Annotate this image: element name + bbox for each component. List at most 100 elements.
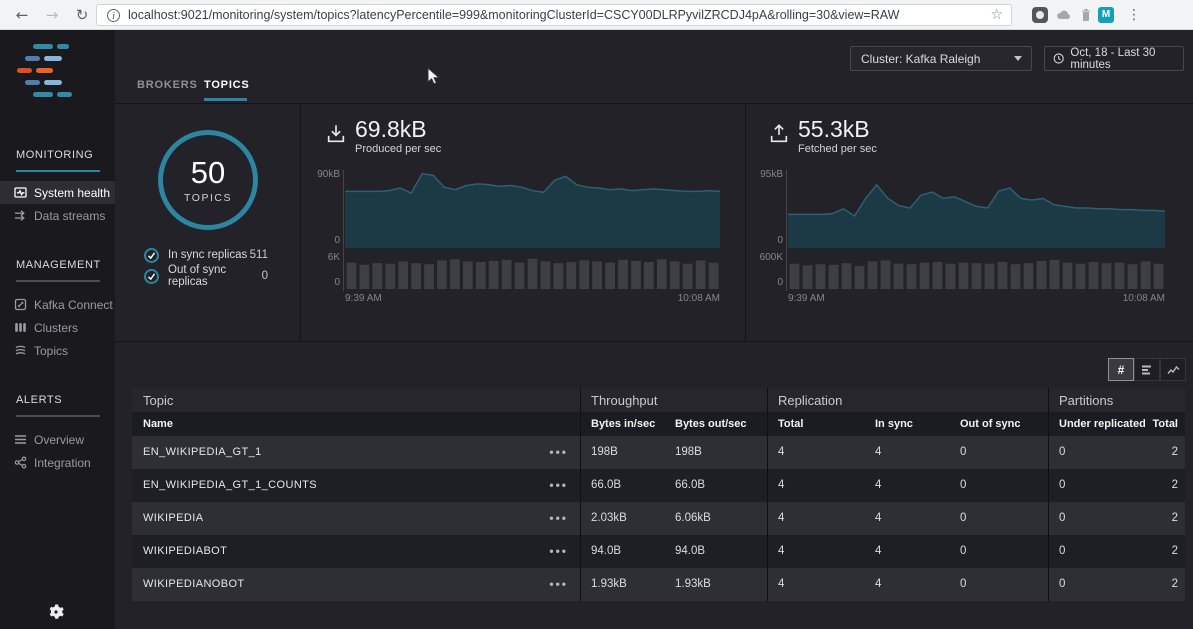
date-range-button[interactable]: Oct, 18 - Last 30 minutes [1044, 46, 1184, 71]
sidebar-item-label: Data streams [34, 209, 105, 223]
back-icon[interactable]: ← [10, 3, 34, 27]
cell-bytes-in: 94.0B [580, 535, 665, 568]
cell-bytes-in: 66.0B [580, 469, 665, 502]
divider [115, 103, 1193, 104]
browser-menu-icon[interactable]: ⋮ [1124, 4, 1144, 26]
checkbox-checked[interactable] [144, 248, 159, 263]
app-window: MONITORING System health Data streams MA… [0, 30, 1193, 629]
col-partitions-total: Total [1145, 412, 1185, 436]
number-view-button[interactable]: # [1108, 358, 1134, 381]
bar-view-button[interactable] [1134, 358, 1160, 381]
chevron-down-icon [1014, 56, 1022, 61]
extension-icon[interactable] [1032, 7, 1048, 23]
check-icon [147, 251, 156, 260]
topics-table: Topic Throughput Replication Partitions … [132, 388, 1185, 601]
row-menu-icon[interactable]: ••• [549, 568, 568, 601]
x-axis-end: 10:08 AM [678, 293, 720, 304]
monitoring-rule [16, 170, 100, 172]
group-replication: Replication [767, 388, 1048, 414]
clock-icon [1053, 52, 1064, 65]
overview-icon [14, 433, 27, 446]
cell-partitions-total: 2 [1145, 436, 1185, 469]
section-monitoring-label: MONITORING [16, 149, 93, 161]
topic-name: WIKIPEDIABOT [143, 545, 227, 557]
cell-under-replicated: 0 [1048, 535, 1145, 568]
cell-partitions-total: 2 [1145, 469, 1185, 502]
tab-topics[interactable]: TOPICS [204, 79, 250, 91]
browser-chrome: ← → ↻ i localhost:9021/monitoring/system… [0, 0, 1193, 30]
cell-in-sync: 4 [865, 568, 950, 601]
sidebar-item-label: System health [34, 186, 110, 200]
m-extension-icon[interactable]: M [1098, 7, 1114, 23]
y-axis-min: 0 [285, 235, 340, 246]
cell-bytes-out: 1.93kB [665, 568, 767, 601]
col-in-sync: In sync [865, 412, 950, 436]
sidebar-item-clusters[interactable]: Clusters [0, 316, 115, 339]
y-axis-max: 600K [728, 252, 783, 263]
forward-icon[interactable]: → [40, 3, 64, 27]
sidebar-item-overview[interactable]: Overview [0, 428, 115, 451]
x-axis-end: 10:08 AM [1123, 293, 1165, 304]
trash-extension-icon[interactable] [1078, 7, 1094, 23]
produced-rate-value: 69.8kB [355, 116, 427, 143]
row-menu-icon[interactable]: ••• [549, 502, 568, 535]
table-row[interactable]: EN_WIKIPEDIA_GT_1_COUNTS••• 66.0B 66.0B … [132, 469, 1185, 502]
filter-out-of-sync-replicas: Out of sync replicas 0 [144, 268, 268, 284]
y-axis-max: 6K [285, 252, 340, 263]
x-axis-labels: 9:39 AM 10:08 AM [788, 293, 1165, 304]
row-menu-icon[interactable]: ••• [549, 469, 568, 502]
sidebar-item-integration[interactable]: Integration [0, 451, 115, 474]
tab-brokers[interactable]: BROKERS [137, 79, 198, 91]
topics-count-circle: 50 TOPICS [158, 130, 258, 230]
table-row[interactable]: WIKIPEDIA••• 2.03kB 6.06kB 4 4 0 0 2 [132, 502, 1185, 535]
cell-out-of-sync: 0 [950, 535, 1048, 568]
table-group-header: Topic Throughput Replication Partitions [132, 388, 1185, 412]
table-row[interactable]: WIKIPEDIABOT••• 94.0B 94.0B 4 4 0 0 2 [132, 535, 1185, 568]
row-menu-icon[interactable]: ••• [549, 535, 568, 568]
sidebar-item-data-streams[interactable]: Data streams [0, 204, 115, 227]
topic-name: WIKIPEDIANOBOT [143, 578, 245, 590]
cell-in-sync: 4 [865, 535, 950, 568]
col-bytes-in: Bytes in/sec [580, 412, 665, 436]
cloud-extension-icon[interactable] [1056, 7, 1072, 23]
checkbox-checked[interactable] [144, 269, 159, 284]
cell-under-replicated: 0 [1048, 469, 1145, 502]
cell-repl-total: 4 [767, 535, 865, 568]
cell-out-of-sync: 0 [950, 469, 1048, 502]
produced-area-chart [345, 172, 720, 248]
topic-name: WIKIPEDIA [143, 512, 203, 524]
refresh-icon[interactable]: ↻ [70, 3, 94, 27]
table-row[interactable]: WIKIPEDIANOBOT••• 1.93kB 1.93kB 4 4 0 0 … [132, 568, 1185, 601]
cell-bytes-out: 66.0B [665, 469, 767, 502]
line-view-button[interactable] [1160, 358, 1186, 381]
bookmark-star-icon[interactable]: ☆ [990, 7, 1003, 23]
row-menu-icon[interactable]: ••• [549, 436, 568, 469]
sidebar-item-label: Integration [34, 456, 91, 470]
divider [115, 341, 1193, 342]
page-info-icon[interactable]: i [107, 9, 120, 22]
section-alerts-label: ALERTS [16, 394, 62, 406]
divider [745, 103, 746, 341]
topic-name: EN_WIKIPEDIA_GT_1 [143, 446, 262, 458]
kafka-connect-icon [14, 298, 27, 311]
fetched-rate-value: 55.3kB [798, 116, 870, 143]
filter-label: In sync replicas [168, 249, 250, 261]
cell-bytes-in: 2.03kB [580, 502, 665, 535]
sidebar-item-topics[interactable]: Topics [0, 339, 115, 362]
y-axis-min: 0 [728, 235, 783, 246]
sidebar-item-kafka-connect[interactable]: Kafka Connect [0, 293, 115, 316]
cell-under-replicated: 0 [1048, 436, 1145, 469]
address-bar[interactable]: i localhost:9021/monitoring/system/topic… [96, 4, 1012, 26]
cluster-selector[interactable]: Cluster: Kafka Raleigh [850, 46, 1032, 71]
sidebar-item-label: Topics [34, 344, 68, 358]
cell-under-replicated: 0 [1048, 568, 1145, 601]
url-text[interactable]: localhost:9021/monitoring/system/topics?… [128, 8, 982, 22]
settings-gear-icon[interactable] [47, 603, 65, 621]
cell-partitions-total: 2 [1145, 568, 1185, 601]
cell-repl-total: 4 [767, 436, 865, 469]
cell-repl-total: 4 [767, 502, 865, 535]
main-content: BROKERS TOPICS Cluster: Kafka Raleigh Oc… [115, 30, 1193, 629]
system-health-icon [14, 186, 27, 199]
sidebar-item-system-health[interactable]: System health [0, 181, 115, 204]
table-row[interactable]: EN_WIKIPEDIA_GT_1••• 198B 198B 4 4 0 0 2 [132, 436, 1185, 469]
